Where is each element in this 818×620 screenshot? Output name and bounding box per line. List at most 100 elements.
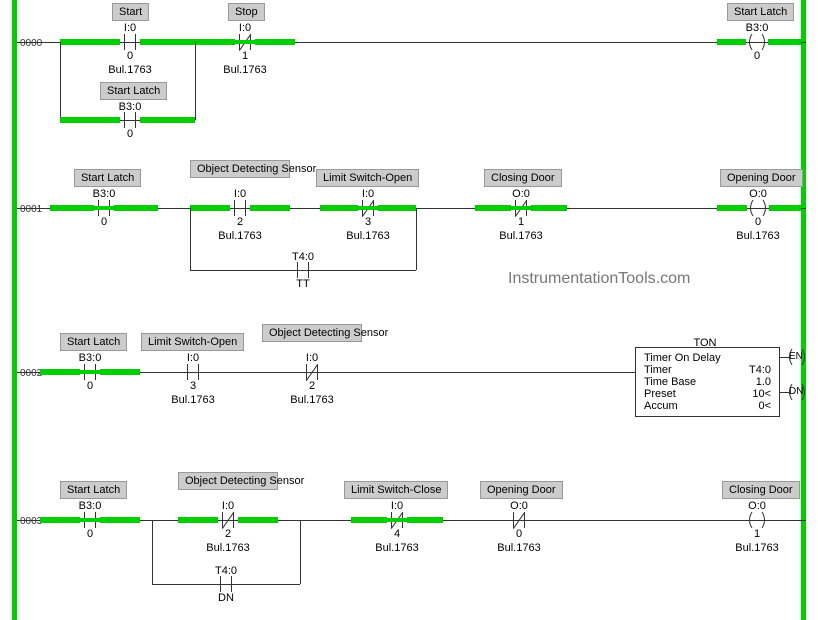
wire-energized xyxy=(351,517,387,523)
contact-no-icon xyxy=(230,200,250,216)
right-power-rail xyxy=(801,0,806,620)
timer-block: Timer On Delay TimerT4:0 Time Base1.0 Pr… xyxy=(635,347,780,417)
contact-no-icon xyxy=(293,262,313,278)
element-addr: I:0 xyxy=(362,188,374,200)
element-term: 1 xyxy=(518,216,524,228)
element-term: 0 xyxy=(516,528,522,540)
element-addr: B3:0 xyxy=(79,352,102,364)
wire-energized xyxy=(140,39,195,45)
element-label: Start Latch xyxy=(60,333,127,351)
contact-no-icon xyxy=(183,364,203,380)
timer-label: Preset xyxy=(644,388,676,400)
timer-en: EN xyxy=(789,351,803,362)
element-bul: Bul.1763 xyxy=(206,542,249,554)
wire-energized xyxy=(475,205,511,211)
element-label: Start Latch xyxy=(74,169,141,187)
rung-number: 0002 xyxy=(20,368,42,379)
element-addr: I:0 xyxy=(234,188,246,200)
element-bul: Bul.1763 xyxy=(108,64,151,76)
wire xyxy=(60,42,61,120)
rung-number: 0000 xyxy=(20,38,42,49)
element-addr: I:0 xyxy=(187,352,199,364)
contact-no-icon xyxy=(216,576,236,592)
element-term: 2 xyxy=(309,380,315,392)
element-term: 3 xyxy=(365,216,371,228)
element-term: 2 xyxy=(237,216,243,228)
element-term: 0 xyxy=(127,50,133,62)
wire xyxy=(190,208,191,270)
element-term: 0 xyxy=(755,216,761,228)
element-bul: Bul.1763 xyxy=(497,542,540,554)
timer-label: Time Base xyxy=(644,376,696,388)
wire-energized xyxy=(94,206,114,210)
element-addr: B3:0 xyxy=(93,188,116,200)
left-power-rail xyxy=(12,0,17,620)
element-term: 0 xyxy=(87,380,93,392)
contact-nc-icon xyxy=(302,364,322,380)
element-label: Object Detecting Sensor xyxy=(178,472,278,490)
wire xyxy=(300,520,301,584)
element-addr: I:0 xyxy=(391,500,403,512)
contact-no-icon xyxy=(120,112,140,128)
wire xyxy=(416,208,417,270)
element-bul: Bul.1763 xyxy=(346,230,389,242)
element-term: 0 xyxy=(87,528,93,540)
wire xyxy=(152,520,153,584)
timer-value: 1.0 xyxy=(756,376,771,388)
element-label: Start Latch xyxy=(727,3,794,21)
element-addr: I:0 xyxy=(239,22,251,34)
element-addr: B3:0 xyxy=(746,22,769,34)
element-bul: Bul.1763 xyxy=(736,230,779,242)
element-bul: Bul.1763 xyxy=(223,64,266,76)
wire-energized xyxy=(178,517,218,523)
element-addr: B3:0 xyxy=(79,500,102,512)
element-label: Object Detecting Sensor xyxy=(190,160,290,178)
element-label: Opening Door xyxy=(480,481,563,499)
wire-energized xyxy=(80,370,100,374)
output-coil-icon xyxy=(746,512,768,528)
element-addr: I:0 xyxy=(124,22,136,34)
element-term: 4 xyxy=(394,528,400,540)
element-term: DN xyxy=(218,592,234,604)
element-term: 1 xyxy=(754,528,760,540)
output-coil-icon xyxy=(746,34,768,50)
element-bul: Bul.1763 xyxy=(375,542,418,554)
wire-energized xyxy=(358,206,378,210)
wire-energized xyxy=(378,205,416,211)
element-label: Start Latch xyxy=(60,481,127,499)
element-label: Closing Door xyxy=(722,481,800,499)
wire-energized xyxy=(114,205,158,211)
element-label: Limit Switch-Close xyxy=(344,481,448,499)
rung-number: 0003 xyxy=(20,516,42,527)
wire-energized xyxy=(190,205,230,211)
contact-nc-icon xyxy=(509,512,529,528)
element-bul: Bul.1763 xyxy=(171,394,214,406)
timer-line: Timer On Delay xyxy=(644,352,771,364)
element-label: Stop xyxy=(228,3,265,21)
wire-energized xyxy=(511,206,531,210)
timer-dn: DN xyxy=(789,386,803,397)
wire-energized xyxy=(235,40,255,44)
wire xyxy=(195,42,196,120)
wire-energized xyxy=(60,117,120,123)
element-addr: I:0 xyxy=(222,500,234,512)
element-term: 0 xyxy=(101,216,107,228)
wire-energized xyxy=(407,517,443,523)
element-term: 2 xyxy=(225,528,231,540)
element-addr: O:0 xyxy=(749,188,767,200)
wire-energized xyxy=(250,205,290,211)
timer-label: Timer xyxy=(644,364,672,376)
wire-energized xyxy=(531,205,567,211)
output-coil-icon xyxy=(747,200,769,216)
wire-energized xyxy=(238,517,278,523)
wire-energized xyxy=(60,39,120,45)
element-label: Object Detecting Sensor xyxy=(262,324,362,342)
element-addr: O:0 xyxy=(510,500,528,512)
wire-energized xyxy=(100,517,140,523)
timer-label: Accum xyxy=(644,400,678,412)
wire-energized xyxy=(717,39,746,45)
element-label: Closing Door xyxy=(484,169,562,187)
element-term: 0 xyxy=(127,128,133,140)
contact-nc-icon xyxy=(218,512,238,528)
wire-energized xyxy=(320,205,358,211)
